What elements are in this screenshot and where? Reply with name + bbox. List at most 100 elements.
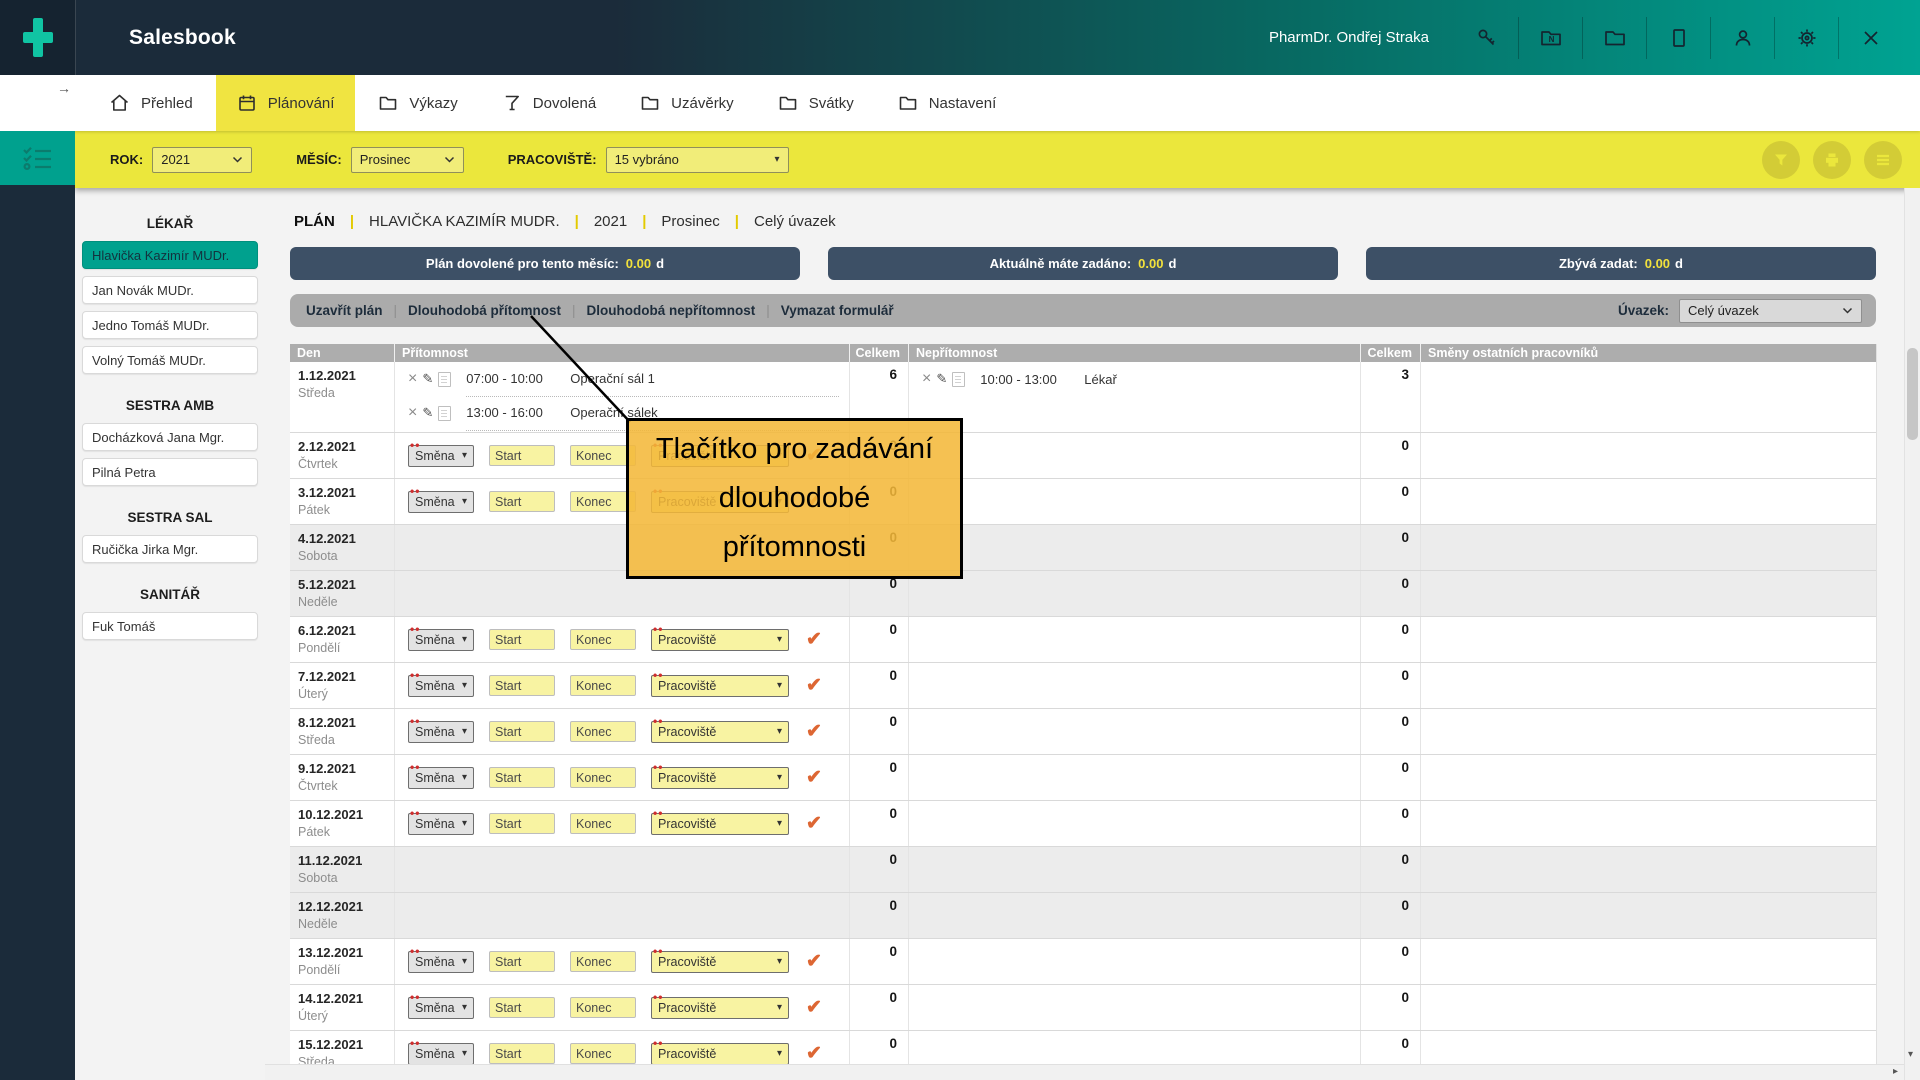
close-plan-button[interactable]: Uzavřít plán [306,303,383,318]
scroll-down-icon[interactable]: ▾ [1908,1049,1913,1060]
filter-icon[interactable] [1762,141,1800,179]
menu-icon[interactable] [1864,141,1902,179]
print-icon[interactable] [1813,141,1851,179]
vertical-scrollbar[interactable]: ▾ [1904,188,1920,1080]
note-icon[interactable] [438,372,451,387]
close-icon[interactable] [1839,0,1902,75]
staff-item[interactable]: Fuk Tomáš [82,612,258,640]
edit-icon[interactable]: ✎ [936,371,947,387]
year-select[interactable]: 2021 [152,147,252,173]
staff-group-title: LÉKAŘ [75,216,265,231]
workplace-select[interactable]: Pracoviště▾ [651,721,789,743]
vertical-scrollbar-thumb[interactable] [1907,348,1918,440]
checklist-icon[interactable] [0,131,75,185]
tab-dovolena[interactable]: Dovolená [481,75,617,131]
start-input[interactable] [489,629,555,650]
report-icon[interactable] [1647,0,1710,75]
horizontal-scrollbar[interactable]: ▸ [265,1064,1904,1080]
absence-cell [908,525,1360,570]
presence-cell [394,847,849,892]
confirm-button[interactable]: ✔ [806,766,822,789]
start-input[interactable] [489,1043,555,1064]
month-select[interactable]: Prosinec [351,147,464,173]
confirm-button[interactable]: ✔ [806,950,822,973]
end-input[interactable] [570,951,636,972]
summary-label: Plán dovolené pro tento měsíc: [426,256,619,271]
staff-item[interactable]: Docházková Jana Mgr. [82,423,258,451]
end-input[interactable] [570,813,636,834]
staff-item[interactable]: Jedno Tomáš MUDr. [82,311,258,339]
delete-icon[interactable]: × [408,404,417,422]
shift-form: ••Směna▾••Pracoviště▾✔ [395,985,849,1030]
start-input[interactable] [489,813,555,834]
end-input[interactable] [570,629,636,650]
user-icon[interactable] [1711,0,1774,75]
tab-svatky[interactable]: Svátky [757,75,875,131]
folder-n-icon[interactable]: N [1519,0,1582,75]
note-icon[interactable] [952,372,965,387]
workplace-select[interactable]: Pracoviště▾ [651,951,789,973]
tab-label: Výkazy [409,95,457,112]
workplace-select[interactable]: Pracoviště▾ [651,1043,789,1065]
absence-cell [908,985,1360,1030]
note-icon[interactable] [438,406,451,421]
start-input[interactable] [489,997,555,1018]
forward-arrow-icon[interactable]: → [57,80,71,96]
staff-item[interactable]: Pilná Petra [82,458,258,486]
workplace-select[interactable]: Pracoviště▾ [651,997,789,1019]
staff-item[interactable]: Hlavička Kazimír MUDr. [82,241,258,269]
confirm-button[interactable]: ✔ [806,1042,822,1065]
key-icon[interactable] [1455,0,1518,75]
folder-icon[interactable] [1583,0,1646,75]
staff-item[interactable]: Volný Tomáš MUDr. [82,346,258,374]
workplace-select[interactable]: Pracoviště▾ [651,629,789,651]
end-input[interactable] [570,1043,636,1064]
long-term-presence-button[interactable]: Dlouhodobá přítomnost [408,303,561,318]
end-input[interactable] [570,675,636,696]
triangle-down-icon: ▾ [462,1002,467,1013]
table-row: 9.12.2021Čtvrtek••Směna▾••Pracoviště▾✔00 [290,755,1876,801]
table-row: 7.12.2021Úterý••Směna▾••Pracoviště▾✔00 [290,663,1876,709]
delete-icon[interactable]: × [408,370,417,388]
gear-icon[interactable] [1775,0,1838,75]
workplace-select[interactable]: Pracoviště▾ [651,813,789,835]
staff-sidebar: LÉKAŘ Hlavička Kazimír MUDr. Jan Novák MUD… [75,188,265,1080]
staff-item[interactable]: Ručička Jirka Mgr. [82,535,258,563]
confirm-button[interactable]: ✔ [806,996,822,1019]
confirm-button[interactable]: ✔ [806,812,822,835]
confirm-button[interactable]: ✔ [806,628,822,651]
clear-form-button[interactable]: Vymazat formulář [781,303,894,318]
delete-icon[interactable]: × [922,370,931,388]
tab-uzaverky[interactable]: Uzávěrky [619,75,755,131]
workplace-select[interactable]: 15 vybráno ▾ [606,147,789,173]
end-input[interactable] [570,767,636,788]
edit-icon[interactable]: ✎ [422,371,433,387]
staff-item[interactable]: Jan Novák MUDr. [82,276,258,304]
table-row: 6.12.2021Pondělí••Směna▾••Pracoviště▾✔00 [290,617,1876,663]
start-input[interactable] [489,951,555,972]
start-input[interactable] [489,721,555,742]
end-input[interactable] [570,997,636,1018]
home-icon [109,93,130,113]
tab-prehled[interactable]: Přehled [88,75,214,131]
end-input[interactable] [570,721,636,742]
workplace-select[interactable]: Pracoviště▾ [651,675,789,697]
entry-time: 13:00 - 16:00 [466,405,558,420]
edit-icon[interactable]: ✎ [422,405,433,421]
workplace-select[interactable]: Pracoviště▾ [651,767,789,789]
scroll-right-icon[interactable]: ▸ [1893,1066,1898,1077]
start-input[interactable] [489,491,555,512]
date-label: 1.12.2021 [298,368,386,383]
year-label: ROK: [110,152,143,167]
tab-nastaveni[interactable]: Nastavení [877,75,1018,131]
tab-vykazy[interactable]: Výkazy [357,75,478,131]
date-label: 4.12.2021 [298,531,386,546]
uvazek-select[interactable]: Celý úvazek [1679,299,1862,323]
start-input[interactable] [489,767,555,788]
start-input[interactable] [489,445,555,466]
start-input[interactable] [489,675,555,696]
confirm-button[interactable]: ✔ [806,674,822,697]
tab-planovani[interactable]: Plánování [216,75,356,131]
long-term-absence-button[interactable]: Dlouhodobá nepřítomnost [587,303,756,318]
confirm-button[interactable]: ✔ [806,720,822,743]
